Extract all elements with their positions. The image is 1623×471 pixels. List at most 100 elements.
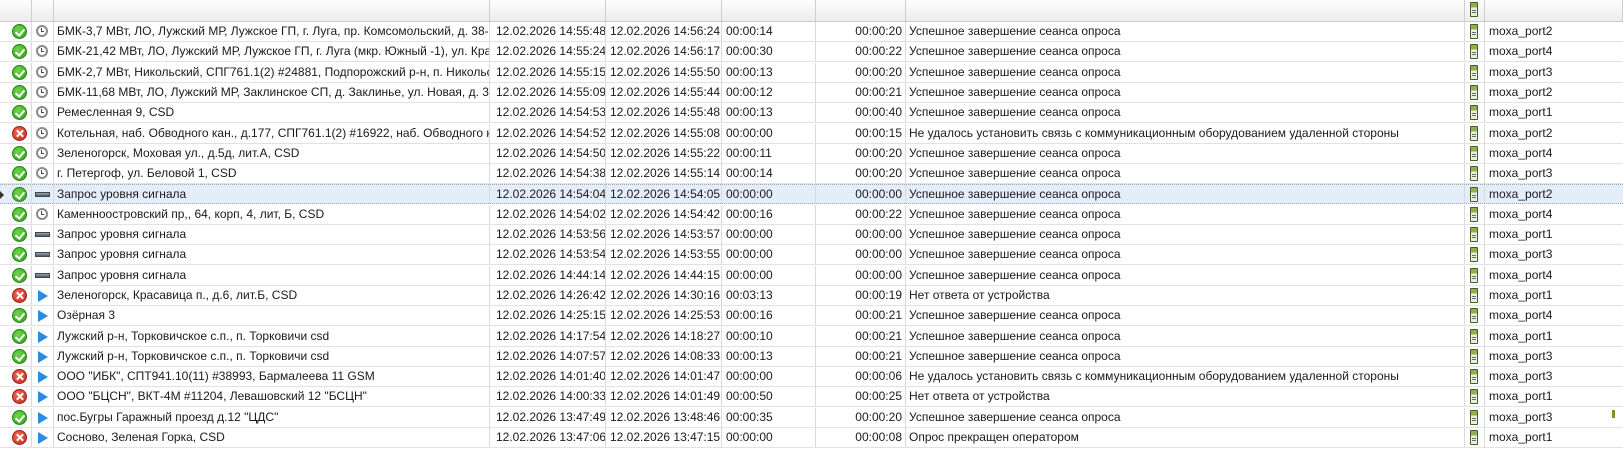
table-row[interactable]: ООО "ИБК", СПТ941.10(11) #38993, Бармале… xyxy=(0,367,1623,388)
object-name-cell: Зеленогорск, Красавица п., д.6, лит.Б, C… xyxy=(54,285,490,305)
device-cell xyxy=(1465,204,1485,224)
status-cell xyxy=(0,306,32,326)
phone-device-icon xyxy=(1470,227,1478,242)
phone-device-icon xyxy=(1470,44,1478,60)
table-row[interactable]: Озёрная 3 12.02.2026 14:25:15 12.02.2026 1… xyxy=(0,306,1623,327)
device-cell xyxy=(1465,265,1485,285)
play-icon xyxy=(38,289,48,302)
object-name-cell: Котельная, наб. Обводного кан., д.177, С… xyxy=(54,123,490,143)
object-name-cell: Лужский р-н, Торковичское с.п., п. Торко… xyxy=(54,326,490,346)
end-time-cell: 12.02.2026 14:55:44 xyxy=(606,82,722,102)
connect-time-cell: 00:00:20 xyxy=(816,143,906,163)
table-row[interactable]: БМК-3,7 МВт, ЛО, Лужский МР, Лужское ГП,… xyxy=(0,22,1623,42)
table-row[interactable]: Зеленогорск, Красавица п., д.6, лит.Б, C… xyxy=(0,285,1623,306)
play-icon xyxy=(38,350,48,363)
connect-time-cell: 00:00:21 xyxy=(816,82,906,102)
column-header-duration[interactable] xyxy=(722,0,816,21)
scroll-edge-marker xyxy=(1612,410,1615,418)
table-row[interactable]: Запрос уровня сигнала 12.02.2026 14:44:14… xyxy=(0,265,1623,286)
phone-device-icon xyxy=(1470,247,1478,263)
type-cell xyxy=(32,204,54,224)
type-cell xyxy=(32,306,54,326)
column-header-status[interactable] xyxy=(0,0,32,21)
column-header-end-time[interactable] xyxy=(606,0,722,21)
column-header-type[interactable] xyxy=(32,0,54,21)
table-row[interactable]: Лужский р-н, Торковичское с.п., п. Торко… xyxy=(0,326,1623,347)
column-header-port[interactable] xyxy=(1485,0,1623,21)
end-time-cell: 12.02.2026 14:53:55 xyxy=(606,245,722,265)
object-name-cell: ООО "БЦСН", ВКТ-4М #11204, Левашовский 1… xyxy=(54,387,490,407)
port-cell: moxa_port3 xyxy=(1489,64,1553,79)
table-row[interactable]: Ремесленная 9, CSD 12.02.2026 14:54:53 12.… xyxy=(0,103,1623,124)
duration-cell: 00:00:14 xyxy=(722,22,816,41)
phone-device-icon xyxy=(1470,166,1478,182)
start-time-cell: 12.02.2026 14:25:15 xyxy=(490,306,606,326)
object-name-cell: БМК-11,68 МВт, ЛО, Лужский МР, Заклинско… xyxy=(54,82,490,102)
end-time-cell: 12.02.2026 14:55:22 xyxy=(606,143,722,163)
check-circle-icon xyxy=(12,308,27,324)
table-row[interactable]: Каменноостровский пр,, 64, корп, 4, лит,… xyxy=(0,204,1623,225)
column-header-start-time[interactable] xyxy=(490,0,606,21)
column-header-result[interactable] xyxy=(906,0,1465,21)
start-time-cell: 12.02.2026 14:54:50 xyxy=(490,143,606,163)
type-cell xyxy=(32,326,54,346)
device-cell xyxy=(1465,42,1485,62)
duration-cell: 00:00:00 xyxy=(722,367,816,387)
type-cell xyxy=(32,265,54,285)
result-cell: Нет ответа от устройства xyxy=(906,387,1465,407)
connect-time-cell: 00:00:15 xyxy=(816,123,906,143)
table-row[interactable]: Запрос уровня сигнала 12.02.2026 14:53:54… xyxy=(0,245,1623,266)
connect-time-cell: 00:00:40 xyxy=(816,103,906,123)
result-cell: Успешное завершение сеанса опроса xyxy=(906,103,1465,123)
error-circle-icon xyxy=(12,430,27,445)
table-row[interactable]: ООО "БЦСН", ВКТ-4М #11204, Левашовский 1… xyxy=(0,387,1623,408)
port-cell: moxa_port1 xyxy=(1489,430,1553,444)
connect-time-cell: 00:00:21 xyxy=(816,346,906,366)
table-row[interactable]: Лужский р-н, Торковичское с.п., п. Торко… xyxy=(0,346,1623,367)
phone-device-icon xyxy=(1470,430,1478,445)
error-circle-icon xyxy=(12,389,27,405)
type-cell xyxy=(32,42,54,62)
device-cell xyxy=(1465,123,1485,143)
status-cell xyxy=(0,225,32,244)
object-name-cell: Запрос уровня сигнала xyxy=(54,225,490,244)
table-row[interactable]: Сосново, Зеленая Горка, CSD 12.02.2026 13… xyxy=(0,428,1623,448)
type-cell xyxy=(32,367,54,387)
table-row[interactable]: Котельная, наб. Обводного кан., д.177, С… xyxy=(0,123,1623,144)
phone-device-icon xyxy=(1470,206,1478,222)
phone-device-icon xyxy=(1470,105,1478,121)
end-time-cell: 12.02.2026 13:48:46 xyxy=(606,407,722,427)
status-cell xyxy=(0,185,32,204)
table-row[interactable]: БМК-2,7 МВт, Никольский, СПГ761.1(2) #24… xyxy=(0,62,1623,83)
alarm-clock-icon xyxy=(36,126,48,139)
duration-cell: 00:00:13 xyxy=(722,62,816,82)
column-header-device[interactable] xyxy=(1465,0,1485,21)
table-row[interactable]: г. Петергоф, ул. Беловой 1, CSD 12.02.202… xyxy=(0,164,1623,185)
column-header-connect-time[interactable] xyxy=(816,0,906,21)
duration-cell: 00:00:14 xyxy=(722,164,816,184)
table-row[interactable]: Запрос уровня сигнала 12.02.2026 14:54:04… xyxy=(0,184,1623,205)
table-row[interactable]: Зеленогорск, Моховая ул., д.5д, лит.А, C… xyxy=(0,143,1623,164)
object-name-cell: Запрос уровня сигнала xyxy=(54,245,490,265)
table-row[interactable]: пос.Бугры Гаражный проезд д.12 "ЦДС" 12.0… xyxy=(0,407,1623,428)
port-cell: moxa_port4 xyxy=(1489,145,1553,160)
start-time-cell: 12.02.2026 14:53:56 xyxy=(490,225,606,244)
duration-cell: 00:00:50 xyxy=(722,387,816,407)
phone-device-icon xyxy=(1470,64,1478,80)
device-cell xyxy=(1465,367,1485,387)
start-time-cell: 12.02.2026 14:00:33 xyxy=(490,387,606,407)
table-row[interactable]: Запрос уровня сигнала 12.02.2026 14:53:56… xyxy=(0,225,1623,245)
duration-cell: 00:00:00 xyxy=(722,245,816,265)
status-cell xyxy=(0,164,32,184)
table-row[interactable]: БМК-11,68 МВт, ЛО, Лужский МР, Заклинско… xyxy=(0,82,1623,103)
column-header-object[interactable] xyxy=(54,0,490,21)
table-row[interactable]: БМК-21,42 МВт, ЛО, Лужский МР, Лужское Г… xyxy=(0,42,1623,63)
result-cell: Не удалось установить связь с коммуникац… xyxy=(906,367,1465,387)
result-cell: Нет ответа от устройства xyxy=(906,285,1465,305)
check-circle-icon xyxy=(12,247,27,263)
object-name-cell: Озёрная 3 xyxy=(54,306,490,326)
duration-cell: 00:00:10 xyxy=(722,326,816,346)
result-cell: Успешное завершение сеанса опроса xyxy=(906,326,1465,346)
error-circle-icon xyxy=(12,125,27,141)
alarm-clock-icon xyxy=(36,167,48,180)
